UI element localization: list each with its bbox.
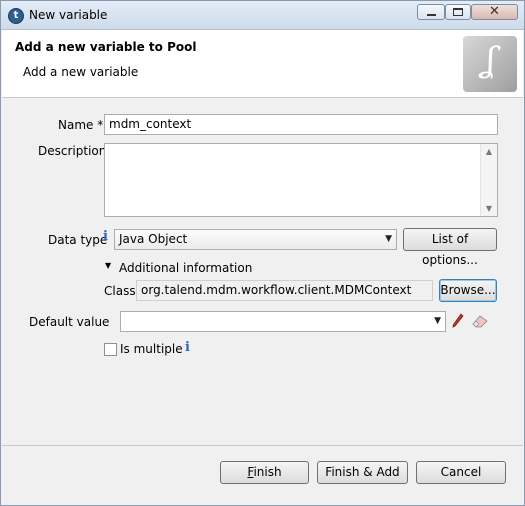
datatype-select-value: Java Object bbox=[119, 232, 188, 246]
class-label: Class bbox=[104, 284, 136, 298]
window-title: New variable bbox=[29, 8, 108, 22]
wizard-banner: Add a new variable to Pool Add a new var… bbox=[2, 30, 523, 98]
description-field[interactable]: ▲ ▼ bbox=[104, 143, 498, 217]
name-label: Name * bbox=[58, 118, 103, 132]
default-value-combo[interactable]: ▼ bbox=[120, 311, 446, 332]
close-icon: ✕ bbox=[489, 4, 500, 19]
browse-button[interactable]: Browse... bbox=[439, 279, 497, 302]
minimize-icon bbox=[427, 14, 436, 16]
scroll-down-icon[interactable]: ▼ bbox=[481, 204, 497, 213]
name-field[interactable]: mdm_context bbox=[104, 114, 498, 135]
chevron-down-icon: ▼ bbox=[385, 234, 392, 244]
scroll-up-icon[interactable]: ▲ bbox=[481, 147, 497, 156]
banner-subtitle: Add a new variable bbox=[23, 65, 139, 79]
form-area: Name * mdm_context Description ▲ ▼ Data … bbox=[2, 98, 523, 445]
required-marker: * bbox=[97, 118, 104, 132]
description-label: Description bbox=[38, 144, 107, 158]
minimize-button[interactable] bbox=[417, 4, 445, 20]
finish-label: inish bbox=[253, 465, 282, 479]
is-multiple-label[interactable]: Is multiple bbox=[120, 342, 183, 356]
title-bar[interactable]: t New variable ✕ bbox=[1, 1, 524, 30]
dialog-window: t New variable ✕ Add a new variable to P… bbox=[0, 0, 525, 506]
additional-info-toggle[interactable]: Additional information bbox=[119, 261, 252, 275]
default-value-label: Default value bbox=[29, 315, 110, 329]
is-multiple-checkbox[interactable] bbox=[104, 343, 117, 356]
datatype-select[interactable]: Java Object ▼ bbox=[114, 229, 397, 250]
cancel-button[interactable]: Cancel bbox=[416, 461, 506, 484]
bonita-logo-icon: ʆ bbox=[484, 40, 496, 80]
eraser-icon[interactable] bbox=[471, 313, 489, 329]
talend-icon: t bbox=[8, 8, 24, 24]
name-label-text: Name bbox=[58, 118, 94, 132]
chevron-down-icon[interactable]: ▼ bbox=[434, 316, 441, 326]
button-bar: Finish Finish & Add Cancel bbox=[2, 446, 523, 504]
close-button[interactable]: ✕ bbox=[471, 4, 518, 20]
info-icon: i bbox=[185, 340, 190, 355]
banner-title: Add a new variable to Pool bbox=[15, 40, 197, 54]
finish-add-button[interactable]: Finish & Add bbox=[317, 461, 408, 484]
class-field[interactable]: org.talend.mdm.workflow.client.MDMContex… bbox=[136, 280, 433, 301]
maximize-button[interactable] bbox=[445, 4, 471, 20]
description-scrollbar[interactable]: ▲ ▼ bbox=[480, 144, 497, 216]
list-options-button[interactable]: List of options... bbox=[403, 228, 497, 267]
datatype-label: Data type bbox=[48, 233, 108, 247]
pencil-icon[interactable] bbox=[452, 313, 464, 329]
name-field-value: mdm_context bbox=[109, 117, 192, 131]
finish-button[interactable]: Finish bbox=[220, 461, 309, 484]
bonita-logo: ʆ bbox=[463, 36, 517, 92]
triangle-down-icon[interactable]: ▼ bbox=[105, 261, 111, 270]
class-field-value: org.talend.mdm.workflow.client.MDMContex… bbox=[141, 283, 412, 297]
info-icon: i bbox=[103, 229, 108, 244]
maximize-icon bbox=[453, 8, 463, 16]
